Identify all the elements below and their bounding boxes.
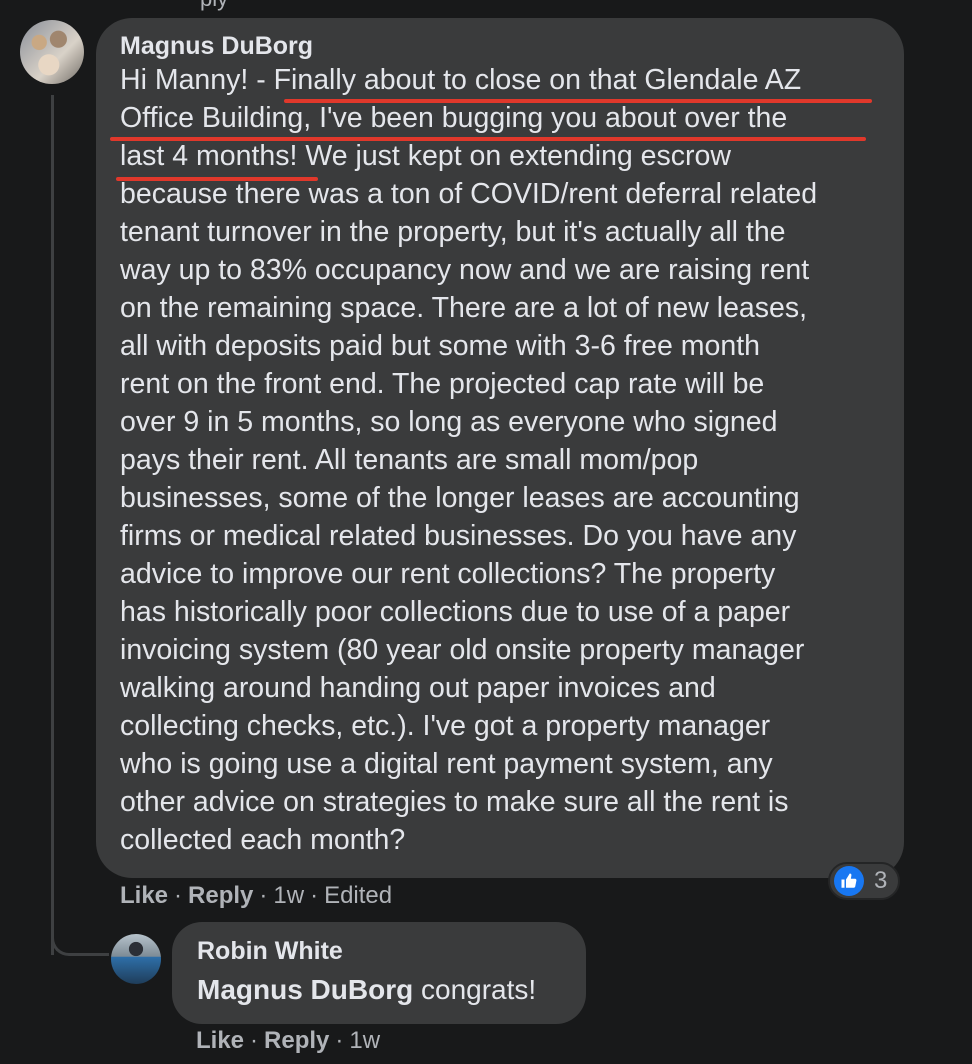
separator: · [310, 882, 319, 909]
like-button[interactable]: Like [120, 882, 168, 909]
reply-bubble: Robin White Magnus DuBorg congrats! [172, 922, 586, 1024]
thumbs-up-icon [834, 866, 864, 896]
separator: · [259, 882, 268, 909]
edited-label[interactable]: Edited [324, 882, 392, 909]
thread-connector-curve [51, 930, 109, 956]
mention-link[interactable]: Magnus DuBorg [197, 974, 413, 1005]
like-button[interactable]: Like [196, 1027, 244, 1054]
comment-bubble: Magnus DuBorg Hi Manny! - Finally about … [96, 18, 904, 878]
avatar[interactable] [20, 20, 84, 84]
comment-actions: Like · Reply · 1w · Edited [120, 881, 392, 911]
timestamp[interactable]: 1w [273, 882, 304, 909]
thread-connector-line [51, 95, 54, 955]
previous-comment-fragment: ply [200, 0, 270, 11]
reply-avatar[interactable] [111, 934, 161, 984]
red-underline-annotation [284, 99, 872, 103]
red-underline-annotation [116, 177, 318, 181]
reaction-count: 3 [874, 867, 888, 894]
red-underline-annotation [110, 137, 866, 141]
timestamp[interactable]: 1w [349, 1027, 380, 1054]
reply-text: Magnus DuBorg congrats! [197, 972, 561, 1008]
reaction-summary[interactable]: 3 [828, 862, 900, 900]
reply-button[interactable]: Reply [264, 1027, 329, 1054]
reply-actions: Like · Reply · 1w [196, 1026, 380, 1056]
separator: · [335, 1027, 344, 1054]
reply-message: congrats! [413, 974, 537, 1005]
separator: · [174, 882, 183, 909]
separator: · [250, 1027, 259, 1054]
reply-button[interactable]: Reply [188, 882, 253, 909]
comment-author[interactable]: Magnus DuBorg [120, 31, 880, 61]
reply-author[interactable]: Robin White [197, 936, 561, 966]
